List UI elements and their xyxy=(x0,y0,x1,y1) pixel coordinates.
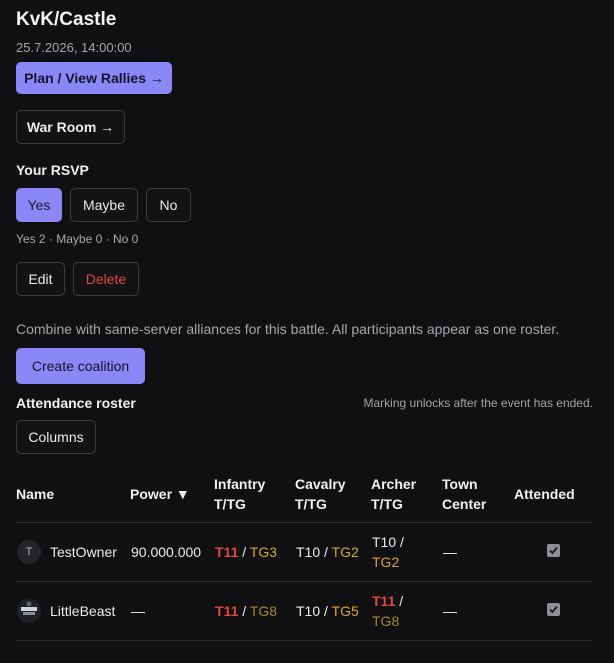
player-power: 90.000.000 xyxy=(130,522,214,582)
event-datetime: 25.7.2026, 14:00:00 xyxy=(16,40,132,55)
attendance-roster-table: Name Power ▼ Infantry T/TG Cavalry T/TG Ar… xyxy=(16,466,592,641)
cavalry-tier: T10 / TG5 xyxy=(295,581,371,641)
attended-checkbox[interactable] xyxy=(546,544,560,557)
player-power: — xyxy=(130,581,214,641)
create-coalition-button[interactable]: Create coalition xyxy=(16,348,145,384)
town-center: — xyxy=(442,581,514,641)
column-header-attended[interactable]: Attended xyxy=(514,466,592,523)
columns-button[interactable]: Columns xyxy=(16,420,96,454)
column-header-name[interactable]: Name xyxy=(16,466,130,523)
column-header-archer[interactable]: Archer T/TG xyxy=(371,466,442,523)
attended-checkbox[interactable] xyxy=(546,603,560,616)
archer-tier: T11 / TG8 xyxy=(371,581,442,641)
archer-tier: T10 / TG2 xyxy=(371,522,442,582)
infantry-tier: T11 / TG8 xyxy=(214,581,295,641)
rsvp-maybe-button[interactable]: Maybe xyxy=(70,188,138,222)
column-header-power[interactable]: Power ▼ xyxy=(130,466,214,523)
plan-view-rallies-button[interactable]: Plan / View Rallies → xyxy=(16,62,172,94)
column-header-town-center[interactable]: Town Center xyxy=(442,466,514,523)
town-center: — xyxy=(442,522,514,582)
column-header-cavalry[interactable]: Cavalry T/TG xyxy=(295,466,371,523)
player-name[interactable]: LittleBeast xyxy=(50,603,115,619)
rsvp-label: Your RSVP xyxy=(16,162,89,178)
table-row: T TestOwner 90.000.000 T11 / TG3 T10 / TG… xyxy=(16,522,592,582)
rsvp-summary: Yes 2 · Maybe 0 · No 0 xyxy=(16,232,139,246)
table-row: LittleBeast — T11 / TG8 T10 / TG5 T11 / … xyxy=(16,581,592,641)
rsvp-no-button[interactable]: No xyxy=(146,188,191,222)
edit-button[interactable]: Edit xyxy=(16,262,65,296)
war-room-button[interactable]: War Room → xyxy=(16,110,125,144)
coalition-description: Combine with same-server alliances for t… xyxy=(16,321,560,337)
avatar: T xyxy=(17,540,41,564)
delete-button[interactable]: Delete xyxy=(73,262,139,296)
cavalry-tier: T10 / TG2 xyxy=(295,522,371,582)
player-name[interactable]: TestOwner xyxy=(50,544,117,560)
roster-title: Attendance roster xyxy=(16,395,136,411)
infantry-tier: T11 / TG3 xyxy=(214,522,295,582)
player-avatar-image xyxy=(17,599,41,623)
marking-note: Marking unlocks after the event has ende… xyxy=(363,396,593,410)
event-title: KvK/Castle xyxy=(16,9,117,30)
column-header-infantry[interactable]: Infantry T/TG xyxy=(214,466,295,523)
rsvp-yes-button[interactable]: Yes xyxy=(16,188,62,222)
table-header-row: Name Power ▼ Infantry T/TG Cavalry T/TG Ar… xyxy=(16,466,592,523)
